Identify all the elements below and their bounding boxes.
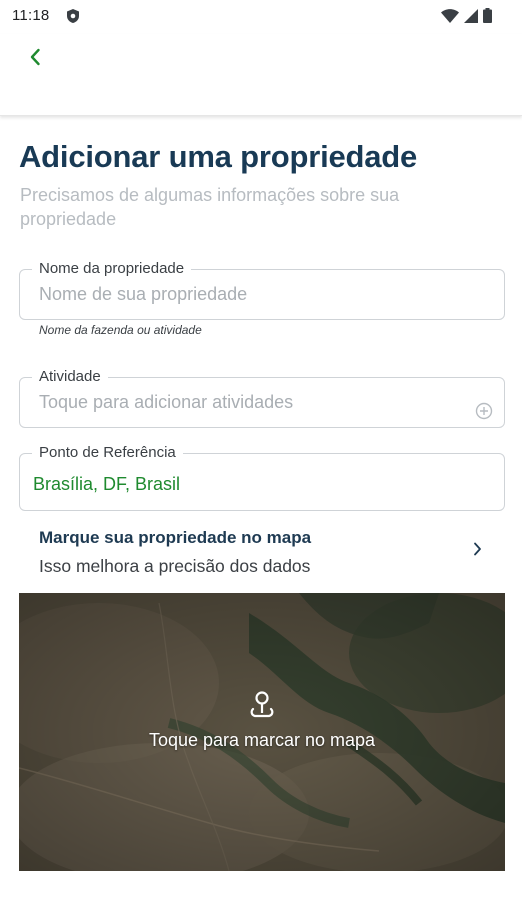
property-name-field[interactable]: Nome da propriedade Nome de sua propried…	[19, 260, 505, 320]
map-overlay: Toque para marcar no mapa	[19, 689, 505, 751]
map-cta-text: Toque para marcar no mapa	[148, 730, 376, 750]
shield-icon	[66, 8, 80, 29]
status-time: 11:18	[12, 7, 50, 24]
battery-icon	[483, 8, 492, 28]
property-name-helper: Nome da fazenda ou atividade	[39, 323, 202, 337]
location-pin-icon	[19, 689, 505, 726]
property-name-placeholder: Nome de sua propriedade	[39, 284, 248, 304]
wifi-icon	[441, 8, 459, 28]
back-button[interactable]	[20, 44, 50, 74]
activity-label: Atividade	[32, 368, 108, 385]
status-bar: 11:18	[0, 0, 522, 34]
activity-placeholder: Toque para adicionar atividades	[39, 392, 294, 412]
property-name-label: Nome da propriedade	[32, 260, 192, 277]
reference-point-label: Ponto de Referência	[32, 444, 183, 461]
cell-signal-icon	[464, 8, 478, 28]
mark-on-map-row[interactable]: Marque sua propriedade no mapa Isso melh…	[0, 520, 522, 584]
page-subtitle: Precisamos de algumas informações sobre …	[20, 185, 400, 229]
reference-point-field[interactable]: Ponto de Referência Brasília, DF, Brasil	[19, 444, 505, 511]
chevron-right-icon	[473, 542, 482, 561]
satellite-map[interactable]: Toque para marcar no mapa	[19, 593, 505, 871]
status-icons	[441, 8, 492, 28]
app-bar	[0, 34, 522, 116]
add-circle-icon[interactable]	[475, 402, 493, 425]
mark-on-map-title: Marque sua propriedade no mapa	[39, 528, 312, 547]
mark-on-map-subtitle: Isso melhora a precisão dos dados	[39, 556, 311, 576]
activity-field[interactable]: Atividade Toque para adicionar atividade…	[19, 368, 505, 428]
reference-point-value: Brasília, DF, Brasil	[33, 474, 181, 494]
page-title: Adicionar uma propriedade	[19, 139, 418, 174]
chevron-left-icon	[29, 48, 41, 71]
